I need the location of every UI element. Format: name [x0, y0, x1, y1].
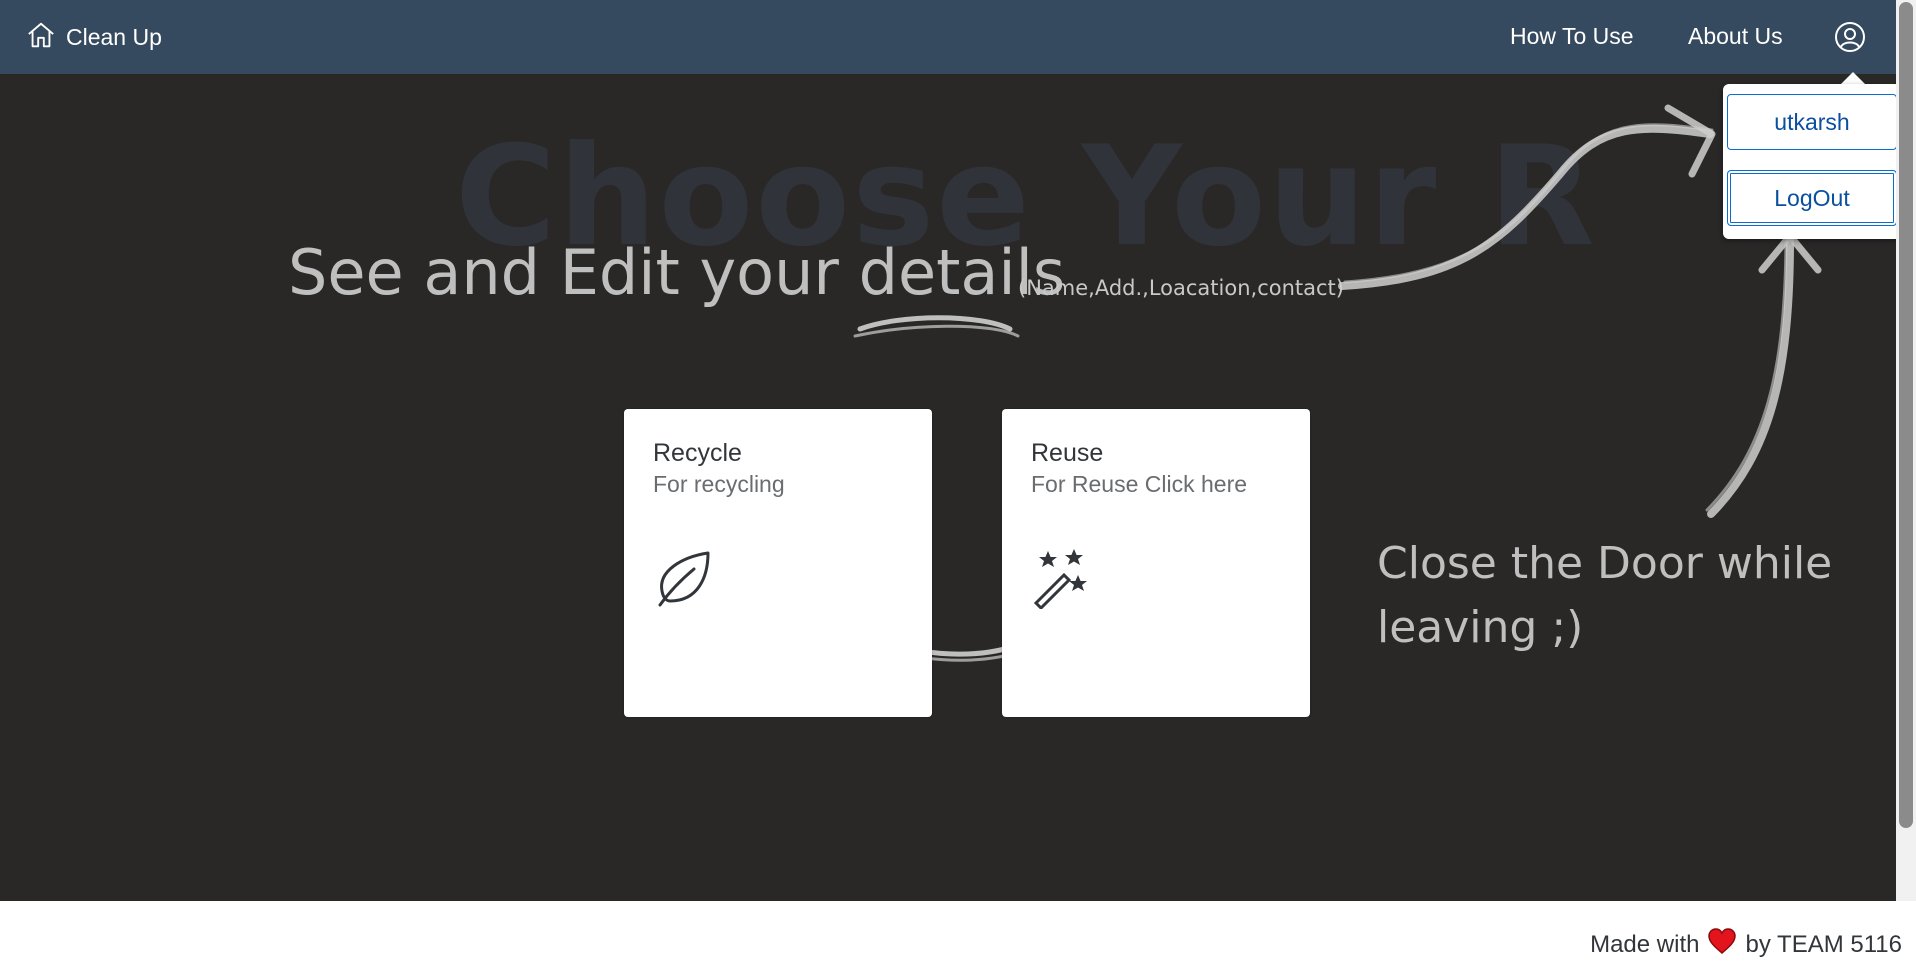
footer-team: by TEAM 5116: [1745, 930, 1902, 958]
scrollbar-thumb[interactable]: [1899, 2, 1913, 828]
footer-made-with: Made with: [1590, 930, 1700, 958]
tile-title: Recycle: [653, 439, 742, 467]
heart-icon: [1707, 927, 1737, 962]
nav-how-to-use-link[interactable]: How To Use: [1510, 23, 1634, 50]
shell-header: Clean Up How To Use About Us: [0, 0, 1896, 74]
main-content: Choose Your R See and Edit your details …: [0, 74, 1896, 901]
app-title: Clean Up: [66, 23, 162, 50]
footer: Made with by TEAM 5116: [0, 901, 1916, 977]
app-window: Clean Up How To Use About Us Choose Your…: [0, 0, 1916, 977]
footer-credit: Made with by TEAM 5116: [1590, 927, 1902, 962]
logout-button[interactable]: LogOut: [1727, 170, 1897, 226]
magic-wand-icon: [1030, 547, 1092, 611]
edit-details-annotation: See and Edit your details: [288, 236, 1066, 309]
nav-about-us-link[interactable]: About Us: [1688, 23, 1783, 50]
profile-button[interactable]: utkarsh: [1727, 94, 1897, 150]
vertical-scrollbar[interactable]: [1896, 0, 1916, 901]
arrow-to-logout: [1707, 235, 1794, 518]
close-door-annotation: Close the Door while leaving ;): [1377, 538, 1833, 653]
user-menu-popover: utkarsh LogOut: [1723, 84, 1901, 239]
home-link[interactable]: Clean Up: [26, 20, 162, 54]
loop-around-tiles: [857, 315, 1013, 332]
tile-title: Reuse: [1031, 439, 1104, 467]
tile-subtitle: For recycling: [653, 471, 785, 497]
leaf-icon: [652, 547, 714, 609]
home-icon: [26, 20, 56, 55]
tile-subtitle: For Reuse Click here: [1031, 471, 1248, 497]
recycle-tile[interactable]: Recycle For recycling: [624, 409, 932, 717]
reuse-tile[interactable]: Reuse For Reuse Click here: [1002, 409, 1310, 717]
user-account-icon[interactable]: [1833, 20, 1867, 54]
edit-details-note: (Name,Add.,Loacation,contact): [1018, 276, 1344, 300]
